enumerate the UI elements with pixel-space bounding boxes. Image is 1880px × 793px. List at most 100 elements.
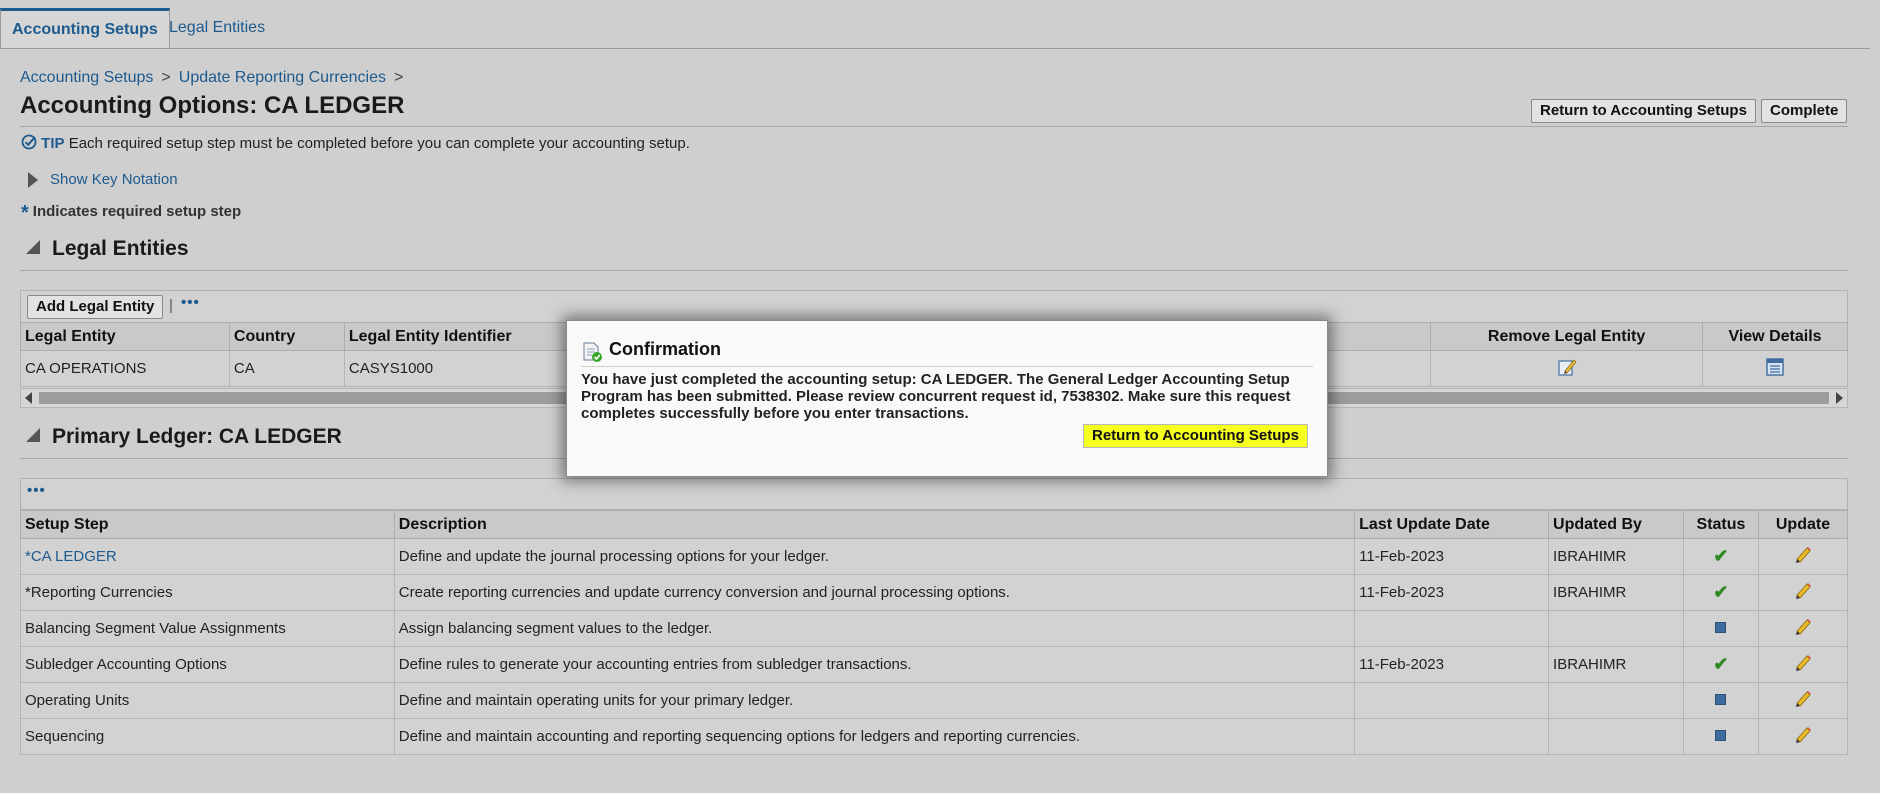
view-details-icon[interactable] — [1765, 357, 1785, 377]
breadcrumb-update-reporting-currencies[interactable]: Update Reporting Currencies — [179, 69, 386, 86]
show-key-notation-label[interactable]: Show Key Notation — [50, 171, 178, 188]
last-update-date-cell: 11-Feb-2023 — [1354, 574, 1550, 611]
status-cell: ✔ — [1682, 538, 1759, 575]
updated-by-cell — [1548, 682, 1684, 719]
updated-by-cell: IBRAHIMR — [1548, 574, 1684, 611]
description-cell: Define and maintain accounting and repor… — [393, 718, 1356, 755]
table-row: *CA LEDGER Define and update the journal … — [20, 538, 1849, 575]
tab-legal-entities[interactable]: Legal Entities — [158, 8, 276, 48]
table-row: Subledger Accounting Options Define rules… — [20, 646, 1849, 683]
return-to-accounting-setups-button[interactable]: Return to Accounting Setups — [1531, 99, 1756, 123]
breadcrumb-separator: > — [393, 69, 404, 86]
updated-by-cell — [1548, 718, 1684, 755]
status-cell — [1682, 610, 1759, 647]
last-update-date-cell — [1354, 718, 1550, 755]
more-actions-icon[interactable]: ••• — [27, 482, 46, 499]
page-title: Accounting Options: CA LEDGER — [20, 92, 405, 119]
breadcrumb-separator: > — [161, 69, 171, 86]
last-update-date-cell: 11-Feb-2023 — [1354, 646, 1550, 683]
table-header-row: Setup Step Description Last Update Date … — [20, 510, 1849, 539]
setup-steps-table: Setup Step Description Last Update Date … — [20, 510, 1849, 755]
update-cell — [1757, 538, 1849, 575]
status-complete-icon: ✔ — [1713, 654, 1729, 674]
section-divider — [20, 270, 1848, 271]
legal-entities-section-title: Legal Entities — [52, 237, 189, 260]
pencil-edit-icon[interactable] — [1793, 617, 1813, 637]
required-note: * Indicates required setup step — [21, 202, 241, 225]
scroll-right-icon[interactable] — [1836, 392, 1843, 404]
update-cell — [1757, 682, 1849, 719]
remove-legal-entity-icon[interactable] — [1557, 357, 1577, 377]
updated-by-cell: IBRAHIMR — [1548, 646, 1684, 683]
status-complete-icon: ✔ — [1713, 582, 1729, 602]
confirmation-message: You have just completed the accounting s… — [581, 371, 1291, 422]
table-row: Balancing Segment Value Assignments Assig… — [20, 610, 1849, 647]
tab-bar: Accounting Setups Legal Entities — [0, 0, 1870, 49]
column-header: View Details — [1702, 322, 1848, 351]
primary-ledger-section-header[interactable]: Primary Ledger: CA LEDGER — [26, 425, 342, 449]
add-legal-entity-button[interactable]: Add Legal Entity — [27, 295, 164, 319]
pencil-edit-icon[interactable] — [1793, 725, 1813, 745]
updated-by-cell — [1548, 610, 1684, 647]
expand-triangle-icon — [28, 172, 38, 189]
tip: TIP Each required setup step must be com… — [21, 134, 690, 152]
tip-label: TIP — [41, 135, 65, 152]
last-update-date-cell — [1354, 610, 1550, 647]
update-cell — [1757, 610, 1849, 647]
dialog-return-to-accounting-setups-button[interactable]: Return to Accounting Setups — [1083, 424, 1308, 448]
collapse-triangle-icon — [26, 240, 40, 255]
status-complete-icon: ✔ — [1713, 546, 1729, 566]
legal-entity-cell: CA OPERATIONS — [20, 350, 230, 387]
scroll-left-icon[interactable] — [25, 392, 32, 404]
status-not-started-icon — [1715, 730, 1727, 741]
setup-step-cell: *Reporting Currencies — [20, 574, 395, 611]
status-cell — [1682, 718, 1759, 755]
status-cell: ✔ — [1682, 646, 1759, 683]
confirmation-dialog: Confirmation You have just completed the… — [566, 320, 1328, 477]
pencil-edit-icon[interactable] — [1793, 581, 1813, 601]
legal-entities-section-header[interactable]: Legal Entities — [26, 237, 189, 261]
update-cell — [1757, 646, 1849, 683]
column-header: Status — [1682, 510, 1759, 539]
setup-step-cell[interactable]: *CA LEDGER — [20, 538, 395, 575]
breadcrumb-accounting-setups[interactable]: Accounting Setups — [20, 69, 153, 86]
column-header: Setup Step — [20, 510, 395, 539]
column-header: Update — [1757, 510, 1849, 539]
description-cell: Assign balancing segment values to the l… — [393, 610, 1356, 647]
show-key-notation[interactable]: Show Key Notation — [28, 171, 178, 189]
last-update-date-cell: 11-Feb-2023 — [1354, 538, 1550, 575]
setup-step-cell: Balancing Segment Value Assignments — [20, 610, 395, 647]
column-header: Remove Legal Entity — [1430, 322, 1704, 351]
title-divider — [20, 126, 1848, 127]
view-details-cell — [1702, 350, 1848, 387]
tab-accounting-setups[interactable]: Accounting Setups — [0, 8, 170, 48]
description-cell: Create reporting currencies and update c… — [393, 574, 1356, 611]
update-cell — [1757, 574, 1849, 611]
pencil-edit-icon[interactable] — [1793, 545, 1813, 565]
dialog-divider — [581, 366, 1313, 367]
setup-step-cell: Sequencing — [20, 718, 395, 755]
pencil-edit-icon[interactable] — [1793, 689, 1813, 709]
last-update-date-cell — [1354, 682, 1550, 719]
more-actions-icon[interactable]: ••• — [181, 294, 200, 311]
setup-step-cell: Subledger Accounting Options — [20, 646, 395, 683]
toolbar-separator: | — [169, 297, 173, 314]
column-header: Legal Entity — [20, 322, 230, 351]
column-header: Last Update Date — [1354, 510, 1550, 539]
updated-by-cell: IBRAHIMR — [1548, 538, 1684, 575]
legal-entities-toolbar: Add Legal Entity | ••• — [20, 290, 1848, 324]
status-not-started-icon — [1715, 622, 1727, 633]
column-header: Updated By — [1548, 510, 1684, 539]
confirmation-title: Confirmation — [609, 339, 721, 359]
document-check-icon — [583, 342, 602, 362]
complete-button[interactable]: Complete — [1761, 99, 1848, 123]
status-cell: ✔ — [1682, 574, 1759, 611]
column-header: Description — [393, 510, 1356, 539]
description-cell: Define rules to generate your accounting… — [393, 646, 1356, 683]
status-cell — [1682, 682, 1759, 719]
table-row: Operating Units Define and maintain opera… — [20, 682, 1849, 719]
tip-text: Each required setup step must be complet… — [68, 135, 690, 152]
required-star: * — [21, 202, 29, 224]
pencil-edit-icon[interactable] — [1793, 653, 1813, 673]
breadcrumb: Accounting Setups > Update Reporting Curre… — [20, 69, 411, 87]
